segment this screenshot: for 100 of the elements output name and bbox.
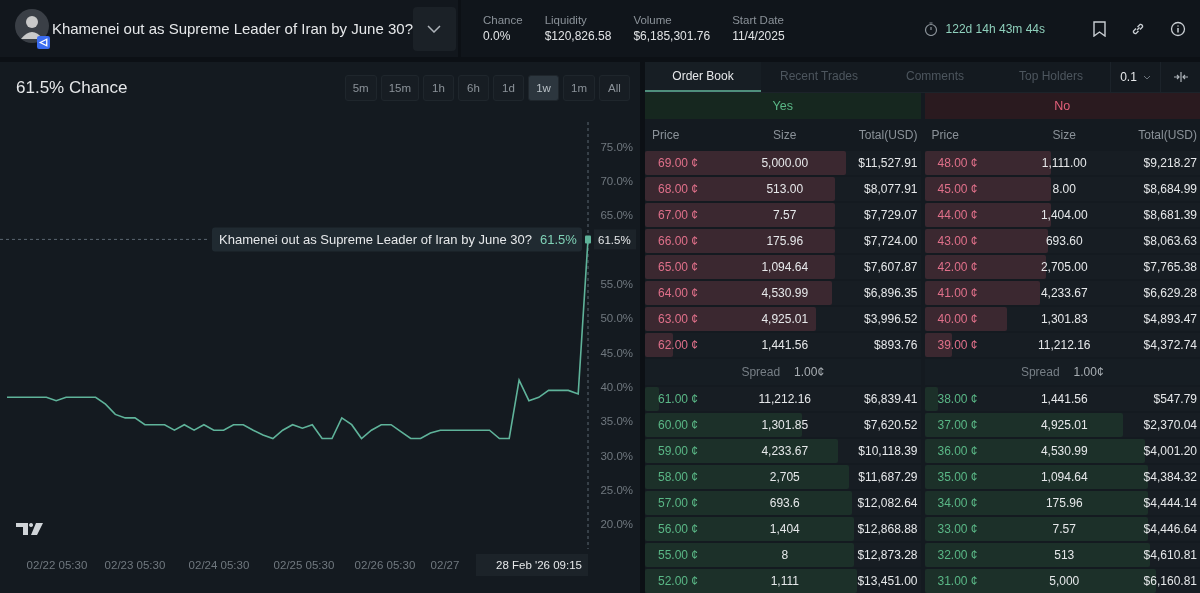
price-cell-text: 39.00 ¢ — [936, 338, 978, 352]
total-cell: $6,629.28 — [1143, 286, 1197, 300]
price-cell-text: 58.00 ¢ — [657, 470, 699, 484]
price-cell-text: 56.00 ¢ — [657, 522, 699, 536]
price-cell-text: 65.00 ¢ — [657, 260, 699, 274]
price-cell-text: 60.00 ¢ — [657, 418, 699, 432]
stat-label: Volume — [633, 14, 673, 26]
range-button[interactable]: 6h — [458, 75, 489, 101]
y-axis-label: 35.0% — [600, 415, 633, 428]
size-cell: 1,441.56 — [761, 338, 809, 352]
price-cell-text: 34.00 ¢ — [936, 496, 978, 510]
y-axis-label: 65.0% — [600, 209, 633, 222]
total-cell: $4,001.20 — [1143, 444, 1197, 458]
size-cell: 5,000 — [1049, 574, 1080, 588]
spread-label: Spread — [1020, 365, 1060, 379]
total-cell: $7,620.52 — [864, 418, 918, 432]
total-cell: $7,724.00 — [864, 234, 918, 248]
y-axis-label: 50.0% — [600, 312, 633, 325]
range-button[interactable]: All — [599, 75, 630, 101]
size-cell: 8.00 — [1052, 182, 1076, 196]
total-cell: $13,451.00 — [857, 574, 918, 588]
column-header: Total(USD) — [1138, 128, 1197, 142]
total-cell: $7,607.87 — [864, 260, 918, 274]
total-cell: $7,729.07 — [864, 208, 918, 222]
size-cell: 1,441.56 — [1040, 392, 1088, 406]
size-cell: 1,094.64 — [761, 260, 809, 274]
total-cell: $8,077.91 — [864, 182, 918, 196]
total-cell: $8,684.99 — [1143, 182, 1197, 196]
total-cell: $4,444.14 — [1143, 496, 1197, 510]
size-cell: 693.60 — [1045, 234, 1083, 248]
total-cell: $4,446.64 — [1143, 522, 1197, 536]
range-button[interactable]: 1h — [423, 75, 454, 101]
range-button[interactable]: 1w — [528, 75, 559, 101]
price-cell-text: 42.00 ¢ — [936, 260, 978, 274]
y-axis-label: 20.0% — [600, 518, 633, 531]
size-cell: 5,000.00 — [761, 156, 809, 170]
price-cell-text: 63.00 ¢ — [657, 312, 699, 326]
outcome-header: Yes — [645, 93, 921, 119]
price-cell-text: 69.00 ¢ — [657, 156, 699, 170]
info-icon[interactable] — [1170, 20, 1186, 37]
price-cell-text: 62.00 ¢ — [657, 338, 699, 352]
stat-value: $6,185,301.76 — [633, 29, 711, 43]
price-cell-text: 66.00 ¢ — [657, 234, 699, 248]
size-cell: 175.96 — [766, 234, 804, 248]
price-cell-text: 33.00 ¢ — [936, 522, 978, 536]
price-cell-text: 35.00 ¢ — [936, 470, 978, 484]
size-cell: 4,530.99 — [1040, 444, 1088, 458]
size-cell: 1,301.85 — [761, 418, 809, 432]
x-axis-label: 02/26 05:30 — [354, 559, 416, 571]
total-cell: $2,370.04 — [1143, 418, 1197, 432]
increment-dropdown[interactable]: 0.1 — [1110, 62, 1160, 92]
bookmark-icon[interactable] — [1093, 20, 1106, 37]
y-axis-label: 25.0% — [600, 483, 633, 496]
size-cell: 1,301.83 — [1040, 312, 1088, 326]
size-cell: 7.57 — [1052, 522, 1076, 536]
tab[interactable]: Order Book — [645, 62, 761, 92]
size-cell: 693.6 — [769, 496, 800, 510]
stat-value: 0.0% — [483, 29, 512, 43]
x-axis-label: 02/23 05:30 — [104, 559, 166, 571]
size-cell: 8 — [781, 548, 789, 562]
price-cell-text: 67.00 ¢ — [657, 208, 699, 222]
size-cell: 2,705.00 — [1040, 260, 1088, 274]
size-cell: 4,925.01 — [761, 312, 809, 326]
chevron-down-icon — [427, 24, 442, 33]
size-cell: 1,111.00 — [1041, 156, 1087, 170]
size-cell: 175.96 — [1045, 496, 1083, 510]
total-cell: $8,063.63 — [1143, 234, 1197, 248]
total-cell: $4,893.47 — [1143, 312, 1197, 326]
column-header: Size — [1052, 128, 1076, 142]
total-cell: $12,868.88 — [857, 522, 918, 536]
market-title: Khamenei out as Supreme Leader of Iran by June 30? — [51, 20, 413, 37]
total-cell: $4,372.74 — [1143, 338, 1197, 352]
timer-icon — [923, 21, 938, 36]
avatar-icon — [15, 8, 49, 43]
tradingview-logo-icon — [16, 523, 43, 535]
range-button[interactable]: 1d — [493, 75, 524, 101]
total-cell: $3,996.52 — [864, 312, 918, 326]
x-axis-label: 02/24 05:30 — [188, 559, 250, 571]
spread-value: 1.00¢ — [794, 365, 825, 379]
total-cell: $11,687.29 — [858, 470, 918, 484]
y-axis-label: 30.0% — [600, 449, 633, 462]
y-axis-label: 70.0% — [600, 175, 633, 188]
size-cell: 11,212.16 — [1038, 338, 1091, 352]
size-cell: 4,233.67 — [1040, 286, 1088, 300]
stat-label: Liquidity — [544, 14, 588, 26]
total-cell: $12,873.28 — [857, 548, 918, 562]
range-button[interactable]: 5m — [344, 75, 377, 101]
spread-label: Spread — [741, 365, 781, 379]
total-cell: $8,681.39 — [1143, 208, 1197, 222]
size-cell: 4,530.99 — [761, 286, 809, 300]
x-axis-label: 02/27 — [430, 559, 460, 571]
price-cell-text: 45.00 ¢ — [936, 182, 978, 196]
price-cell-text: 44.00 ¢ — [936, 208, 978, 222]
price-cell-text: 48.00 ¢ — [936, 156, 978, 170]
range-button[interactable]: 1m — [563, 75, 595, 101]
chance-heading: 61.5% Chance — [16, 78, 128, 98]
total-cell: $4,384.32 — [1143, 470, 1197, 484]
total-cell: $7,765.38 — [1143, 260, 1197, 274]
range-button[interactable]: 15m — [380, 75, 419, 101]
price-tag: 61.5% — [594, 229, 636, 250]
